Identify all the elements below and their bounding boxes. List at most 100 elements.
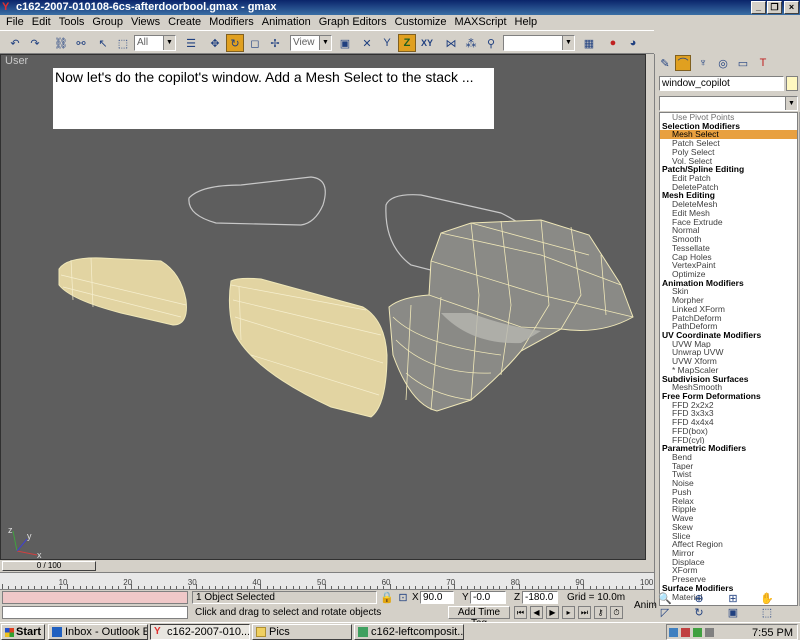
close-icon[interactable]: × bbox=[784, 1, 799, 14]
modifier-item[interactable]: Noise bbox=[660, 479, 797, 488]
task-image[interactable]: c162-leftcomposit... bbox=[354, 624, 464, 640]
modifier-item[interactable]: FFD 2x2x2 bbox=[660, 401, 797, 410]
previous-frame-icon[interactable]: ◀ bbox=[530, 606, 543, 619]
modifier-item[interactable]: Edit Patch bbox=[660, 174, 797, 183]
maxscript-listener-input[interactable] bbox=[2, 591, 188, 604]
modifier-item[interactable]: Cap Holes bbox=[660, 253, 797, 262]
zoom-extents-icon[interactable]: ⊞ bbox=[726, 592, 740, 605]
maximize-viewport-icon[interactable]: ▣ bbox=[726, 606, 740, 619]
modifier-item[interactable]: UVW Xform bbox=[660, 357, 797, 366]
absolute-mode-icon[interactable]: ⊡ bbox=[396, 590, 410, 604]
modifier-item[interactable]: FFD(cyl) bbox=[660, 436, 797, 445]
trackbar[interactable]: 10 20 30 40 50 60 70 80 90 100 bbox=[0, 572, 654, 590]
network-icon[interactable] bbox=[669, 628, 678, 637]
modifier-item[interactable]: Tessellate bbox=[660, 244, 797, 253]
modifier-item[interactable]: VertexPaint bbox=[660, 261, 797, 270]
display-tab-icon[interactable]: ▭ bbox=[735, 55, 751, 71]
modifier-item[interactable]: FFD(box) bbox=[660, 427, 797, 436]
align-icon[interactable]: ⁂ bbox=[462, 34, 480, 52]
modifier-item[interactable]: Taper bbox=[660, 462, 797, 471]
modifier-item[interactable]: Slice bbox=[660, 532, 797, 541]
menu-help[interactable]: Help bbox=[511, 15, 542, 30]
task-gmax[interactable]: Y c162-2007-010... bbox=[150, 624, 250, 640]
menu-graph-editors[interactable]: Graph Editors bbox=[315, 15, 391, 30]
modifier-item[interactable]: Optimize bbox=[660, 270, 797, 279]
select-object-icon[interactable]: ↖ bbox=[94, 34, 112, 52]
menu-maxscript[interactable]: MAXScript bbox=[451, 15, 511, 30]
y-coord-field[interactable]: -0.0 bbox=[470, 591, 506, 604]
modifier-item[interactable]: FFD 4x4x4 bbox=[660, 418, 797, 427]
modifier-item[interactable]: Preserve bbox=[660, 575, 797, 584]
modifier-item[interactable]: Push bbox=[660, 488, 797, 497]
scale-icon[interactable]: ◻ bbox=[246, 34, 264, 52]
modifier-item[interactable]: Skin bbox=[660, 287, 797, 296]
modifier-item[interactable]: * MapScaler bbox=[660, 366, 797, 375]
task-outlook[interactable]: Inbox - Outlook E... bbox=[48, 624, 148, 640]
object-name-field[interactable]: window_copilot bbox=[659, 76, 784, 91]
hierarchy-tab-icon[interactable]: ♆ bbox=[695, 55, 711, 71]
viewport[interactable]: User Now let's do the copilot's window. … bbox=[0, 54, 646, 560]
menu-edit[interactable]: Edit bbox=[28, 15, 55, 30]
modifier-item[interactable]: Face Extrude bbox=[660, 218, 797, 227]
modifier-item[interactable]: Skew bbox=[660, 523, 797, 532]
scene-canvas[interactable] bbox=[1, 55, 646, 560]
select-link-icon[interactable]: ⛓ bbox=[52, 34, 70, 52]
play-icon[interactable]: ▶ bbox=[546, 606, 559, 619]
add-time-tag-button[interactable]: Add Time Tag bbox=[448, 606, 510, 629]
pivot-center-icon[interactable]: ✢ bbox=[266, 34, 284, 52]
modifier-item[interactable]: Mirror bbox=[660, 549, 797, 558]
quick-render-icon[interactable]: ◕ bbox=[624, 34, 642, 52]
utilities-tab-icon[interactable]: T bbox=[755, 55, 771, 71]
menu-tools[interactable]: Tools bbox=[55, 15, 89, 30]
modifier-item[interactable]: Vol. Select bbox=[660, 157, 797, 166]
menu-modifiers[interactable]: Modifiers bbox=[205, 15, 258, 30]
unlink-icon[interactable]: ⚯ bbox=[72, 34, 90, 52]
time-config-icon[interactable]: ⏱ bbox=[610, 606, 623, 619]
restore-icon[interactable]: ❐ bbox=[767, 1, 782, 14]
rotate-icon[interactable]: ↻ bbox=[226, 34, 244, 52]
time-slider[interactable]: 0 / 100 bbox=[0, 560, 654, 572]
menu-views[interactable]: Views bbox=[127, 15, 164, 30]
redo-icon[interactable]: ↷ bbox=[26, 34, 44, 52]
pan-icon[interactable]: ✋ bbox=[760, 592, 774, 605]
object-color-swatch[interactable] bbox=[786, 76, 798, 91]
mirror-icon[interactable]: ⋈ bbox=[442, 34, 460, 52]
modifier-item[interactable]: XForm bbox=[660, 566, 797, 575]
modifier-item[interactable]: FFD 3x3x3 bbox=[660, 409, 797, 418]
time-slider-thumb[interactable]: 0 / 100 bbox=[2, 561, 96, 571]
use-pivot-points-item[interactable]: Use Pivot Points bbox=[660, 113, 797, 122]
go-to-start-icon[interactable]: ⏮ bbox=[514, 606, 527, 619]
modifier-item[interactable]: Mesh Select bbox=[660, 130, 797, 140]
go-to-end-icon[interactable]: ⏭ bbox=[578, 606, 591, 619]
modifier-item[interactable]: Ripple bbox=[660, 505, 797, 514]
fov-icon[interactable]: ◸ bbox=[658, 606, 672, 619]
modifier-list-dropdown[interactable]: ▼ bbox=[659, 96, 798, 111]
modifier-item[interactable]: Morpher bbox=[660, 296, 797, 305]
restrict-x-icon[interactable]: ✕ bbox=[358, 34, 376, 52]
modify-tab-icon[interactable]: ⌒ bbox=[675, 55, 691, 71]
modifier-item[interactable]: Smooth bbox=[660, 235, 797, 244]
modifier-item[interactable]: DeleteMesh bbox=[660, 200, 797, 209]
menu-file[interactable]: File bbox=[2, 15, 28, 30]
modifier-item[interactable]: Patch Select bbox=[660, 139, 797, 148]
menu-create[interactable]: Create bbox=[164, 15, 205, 30]
modifier-list[interactable]: Use Pivot Points Selection Modifiers Mesh… bbox=[659, 112, 798, 606]
modifier-item[interactable]: Displace bbox=[660, 558, 797, 567]
maxscript-output[interactable] bbox=[2, 606, 188, 619]
modifier-item[interactable]: UVW Map bbox=[660, 340, 797, 349]
modifier-item[interactable]: Bend bbox=[660, 453, 797, 462]
restrict-xy-icon[interactable]: XY bbox=[418, 34, 436, 52]
zoom-all-icon[interactable]: ⊕ bbox=[692, 592, 706, 605]
start-button[interactable]: Start bbox=[1, 624, 45, 640]
modifier-item[interactable]: Twist bbox=[660, 470, 797, 479]
menu-animation[interactable]: Animation bbox=[258, 15, 315, 30]
z-coord-field[interactable]: -180.0 bbox=[522, 591, 558, 604]
modifier-item[interactable]: Wave bbox=[660, 514, 797, 523]
menu-customize[interactable]: Customize bbox=[391, 15, 451, 30]
region-zoom-icon[interactable]: ⬚ bbox=[760, 606, 774, 619]
tray-app-icon[interactable] bbox=[693, 628, 702, 637]
minimize-icon[interactable]: _ bbox=[751, 1, 766, 14]
modifier-item[interactable]: DeletePatch bbox=[660, 183, 797, 192]
restrict-z-icon[interactable]: Z bbox=[398, 34, 416, 52]
next-frame-icon[interactable]: ▸ bbox=[562, 606, 575, 619]
